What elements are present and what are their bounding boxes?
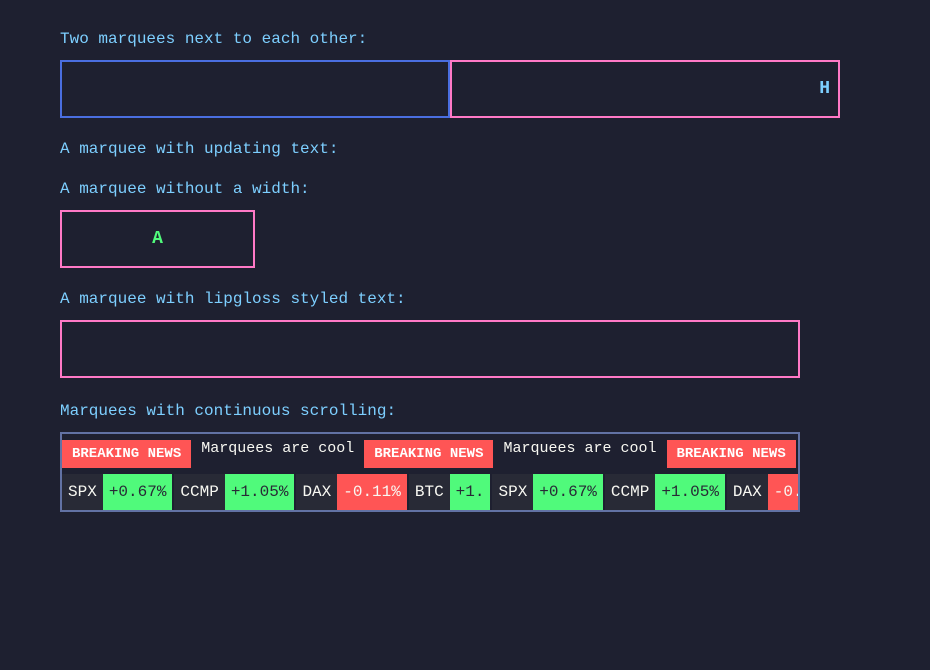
breaking-news-badge-2: BREAKING NEWS <box>364 440 493 468</box>
stocks-row: SPX +0.67% CCMP +1.05% DAX -0.11% BTC +1… <box>62 474 798 510</box>
news-text-1: Marquees are cool <box>191 440 364 468</box>
news-ticker-row: BREAKING NEWS Marquees are cool BREAKING… <box>62 434 798 474</box>
marquee-small: A <box>60 210 255 268</box>
continuous-label: Marquees with continuous scrolling: <box>60 402 870 420</box>
two-marquees-row: H <box>60 60 870 118</box>
stocks-scroll-inner: SPX +0.67% CCMP +1.05% DAX -0.11% BTC +1… <box>62 474 798 510</box>
two-marquees-label: Two marquees next to each other: <box>60 30 870 48</box>
stock-btc-val: +1. <box>450 474 491 510</box>
stock-ccmp-name: CCMP <box>174 474 224 510</box>
stock-dax-val-2: -0.11% <box>768 474 798 510</box>
lipgloss-label: A marquee with lipgloss styled text: <box>60 290 870 308</box>
two-marquees-section: Two marquees next to each other: H <box>60 30 870 118</box>
marquee-right-letter: H <box>819 79 830 99</box>
stock-spx-name-2: SPX <box>492 474 533 510</box>
breaking-news-badge-3: BREAKING NEWS <box>667 440 796 468</box>
stock-dax-name: DAX <box>296 474 337 510</box>
without-width-section: A marquee without a width: A <box>60 180 870 268</box>
stock-spx-name: SPX <box>62 474 103 510</box>
stock-dax-name-2: DAX <box>727 474 768 510</box>
news-scroll-inner: BREAKING NEWS Marquees are cool BREAKING… <box>62 440 798 468</box>
stock-spx-val: +0.67% <box>103 474 173 510</box>
continuous-section: Marquees with continuous scrolling: BREA… <box>60 402 870 512</box>
marquee-small-letter: A <box>152 229 163 249</box>
stock-dax-val: -0.11% <box>337 474 407 510</box>
scroll-container: BREAKING NEWS Marquees are cool BREAKING… <box>60 432 800 512</box>
news-text-2: Marquees are cool <box>493 440 666 468</box>
breaking-news-badge-1: BREAKING NEWS <box>62 440 191 468</box>
marquee-left <box>60 60 450 118</box>
lipgloss-section: A marquee with lipgloss styled text: <box>60 290 870 378</box>
news-text-3: Marquees are cool <box>796 440 798 468</box>
marquee-lipgloss <box>60 320 800 378</box>
stock-spx-val-2: +0.67% <box>533 474 603 510</box>
stock-ccmp-val-2: +1.05% <box>655 474 725 510</box>
without-width-label: A marquee without a width: <box>60 180 870 198</box>
marquee-right: H <box>450 60 840 118</box>
stock-ccmp-name-2: CCMP <box>605 474 655 510</box>
updating-text-section: A marquee with updating text: <box>60 140 870 158</box>
updating-text-label: A marquee with updating text: <box>60 140 870 158</box>
stock-btc-name: BTC <box>409 474 450 510</box>
stock-ccmp-val: +1.05% <box>225 474 295 510</box>
